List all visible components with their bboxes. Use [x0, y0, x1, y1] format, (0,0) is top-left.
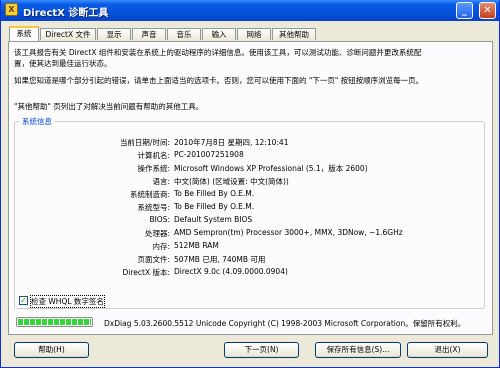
- tab-music[interactable]: 音乐: [167, 28, 201, 40]
- tab-sound[interactable]: 声音: [132, 28, 166, 40]
- version-copyright: DxDiag 5.03.2600.5512 Unicode Copyright …: [104, 319, 466, 328]
- tab-more-help[interactable]: 其他帮助: [272, 28, 316, 40]
- exit-button[interactable]: 退出(X): [407, 342, 488, 358]
- whql-checkbox-label[interactable]: 检查 WHQL 数字签名: [30, 295, 105, 308]
- dxdiag-window: X DirectX 诊断工具 _ ✕ 系统 DirectX 文件 显示 声音 音…: [0, 0, 500, 368]
- intro-line-3: 如果您知道是哪个部分引起的错误，请单击上面适当的选项卡。否则，您可以使用下面的 …: [14, 76, 424, 85]
- info-key: 计算机名:: [137, 151, 170, 160]
- info-key: 内存:: [152, 242, 170, 251]
- info-key: 语言:: [152, 177, 170, 186]
- tab-display[interactable]: 显示: [97, 28, 131, 40]
- help-button[interactable]: 帮助(H): [14, 342, 89, 358]
- whql-checkbox[interactable]: ✓: [19, 296, 28, 305]
- info-key: 当前日期/时间:: [119, 138, 170, 147]
- tab-directx-files[interactable]: DirectX 文件: [40, 28, 96, 40]
- info-key: DirectX 版本:: [122, 268, 170, 277]
- info-key: 系统制造商:: [129, 190, 170, 199]
- title-bar[interactable]: X DirectX 诊断工具 _ ✕: [1, 0, 499, 21]
- save-all-info-button[interactable]: 保存所有信息(S)...: [315, 342, 401, 358]
- directx-icon: X: [5, 3, 18, 16]
- window-title: DirectX 诊断工具: [23, 8, 109, 19]
- info-key: 处理器:: [144, 229, 170, 238]
- info-key: 操作系统:: [137, 164, 170, 173]
- intro-line-2: 置，使其达到最佳运行状态。: [14, 59, 112, 68]
- info-key: BIOS:: [149, 215, 170, 224]
- info-key: 页面文件:: [137, 255, 170, 264]
- tab-system[interactable]: 系统: [9, 26, 39, 41]
- intro-line-4: "其他帮助" 页列出了对解决当前问题有帮助的其他工具。: [14, 102, 204, 111]
- tab-network[interactable]: 网络: [237, 28, 271, 40]
- system-info-legend: 系统信息: [19, 116, 55, 127]
- progress-bar: [16, 317, 93, 327]
- next-page-button[interactable]: 下一页(N): [224, 342, 299, 358]
- minimize-button[interactable]: _: [456, 2, 473, 19]
- intro-line-1: 该工具报告有关 DirectX 组件和安装在系统上的驱动程序的详细信息。使用该工…: [14, 48, 422, 57]
- close-button[interactable]: ✕: [479, 2, 496, 19]
- info-key: 系统型号:: [137, 203, 170, 212]
- progress-fill: [18, 319, 91, 325]
- tab-input[interactable]: 输入: [202, 28, 236, 40]
